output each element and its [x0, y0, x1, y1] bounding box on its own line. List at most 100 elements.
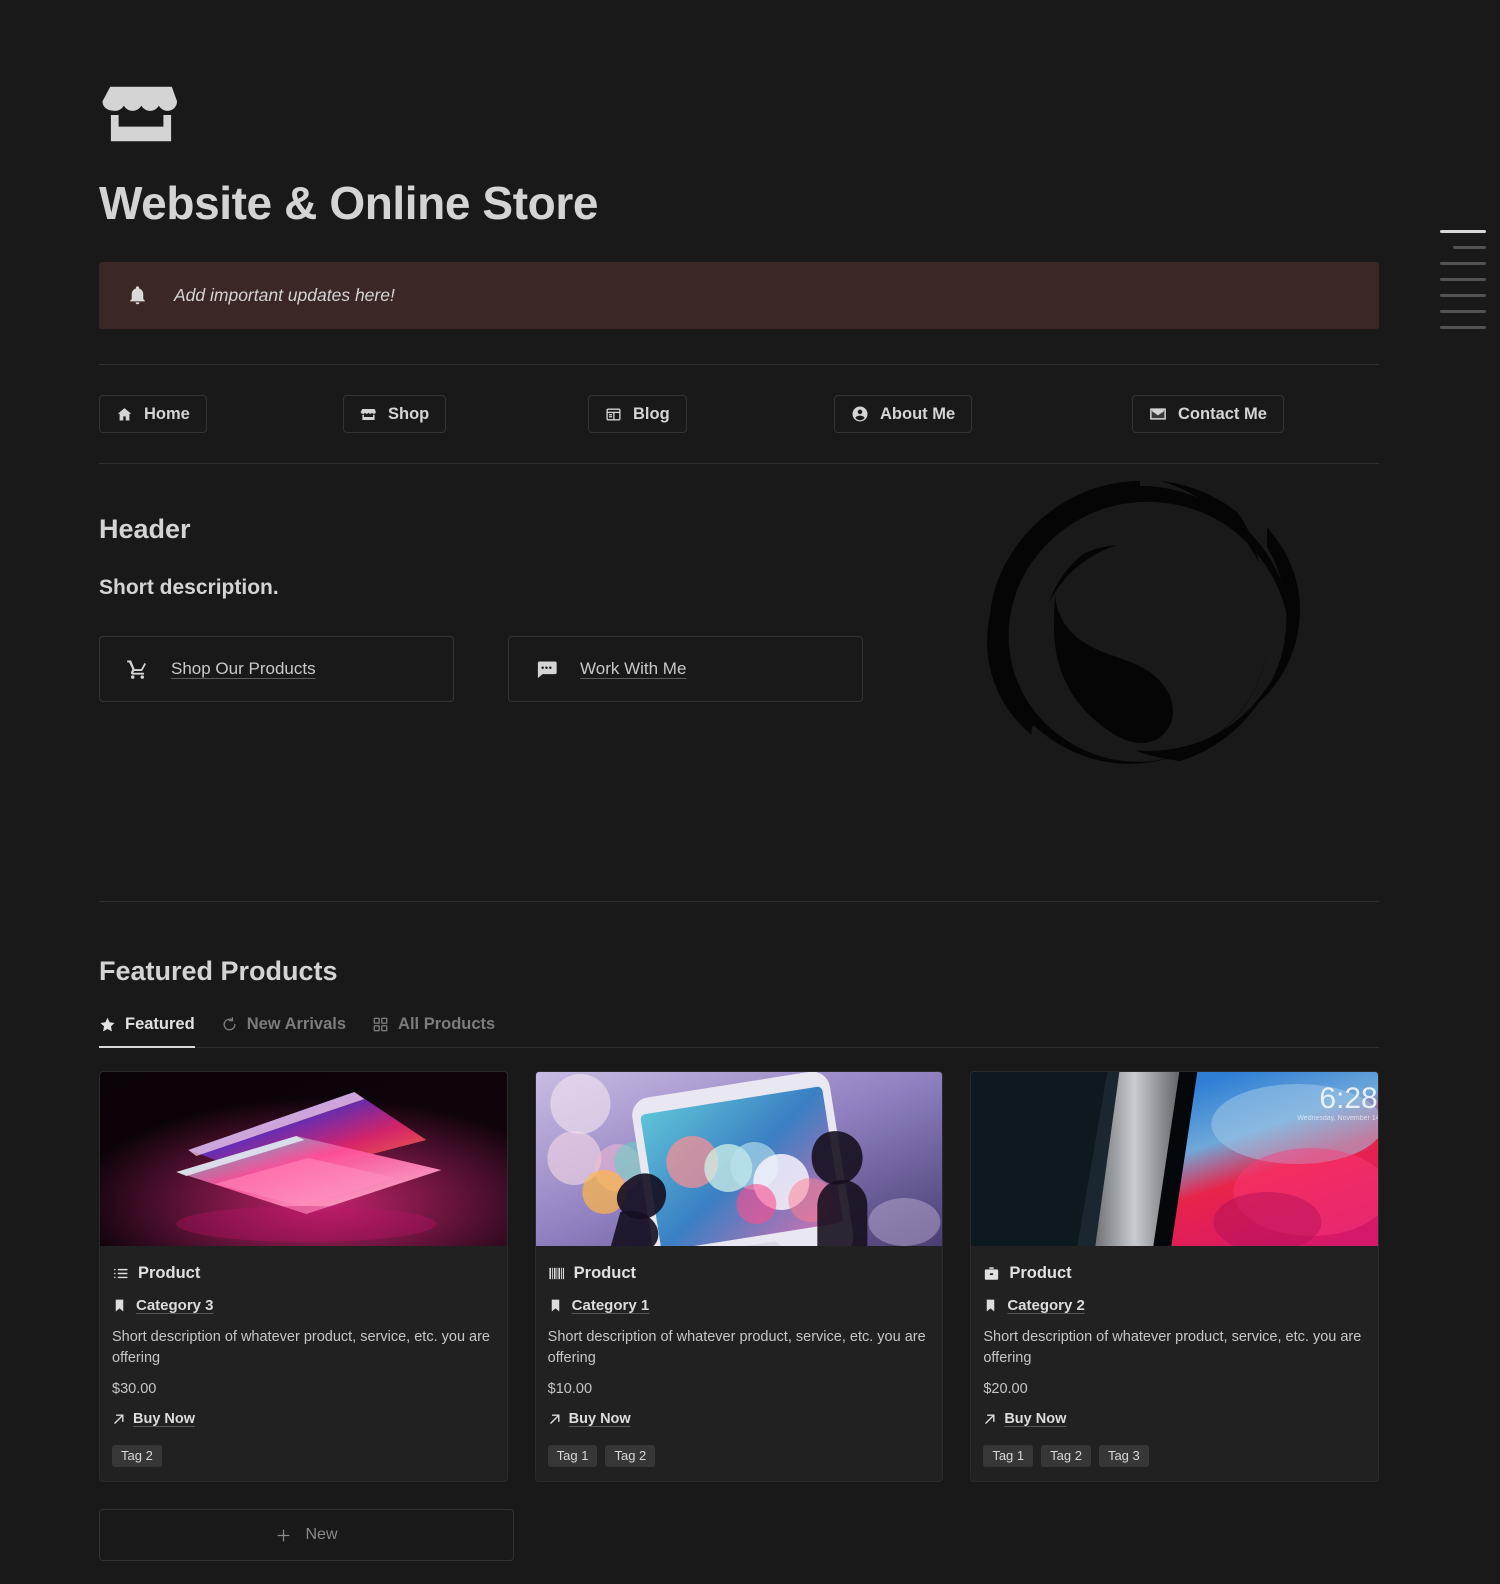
- product-price: $20.00: [983, 1380, 1028, 1397]
- nav-item-blog[interactable]: Blog: [588, 395, 687, 433]
- shopping-cart-icon: [126, 658, 149, 681]
- tab-all-products[interactable]: All Products: [372, 1015, 495, 1048]
- product-category-row[interactable]: Category 1: [548, 1297, 931, 1314]
- buy-now-link[interactable]: Buy Now: [112, 1411, 195, 1427]
- site-logo: [99, 0, 1379, 176]
- storefront-icon: [360, 406, 377, 423]
- account-circle-icon: [851, 405, 869, 423]
- product-name: Product: [138, 1264, 201, 1282]
- announcement-banner: Add important updates here!: [99, 262, 1379, 329]
- product-price: $30.00: [112, 1380, 157, 1397]
- storefront-icon: [99, 72, 183, 156]
- new-product-button[interactable]: New: [99, 1509, 514, 1562]
- product-image-laptop: [100, 1072, 507, 1246]
- arrow-up-right-icon: [112, 1412, 126, 1426]
- nav-item-home[interactable]: Home: [99, 395, 207, 433]
- nav-item-contact-me[interactable]: Contact Me: [1132, 395, 1284, 433]
- toc-bar[interactable]: [1440, 230, 1486, 233]
- barcode-icon: [548, 1265, 565, 1282]
- product-category-row[interactable]: Category 2: [983, 1297, 1366, 1314]
- product-tag[interactable]: Tag 1: [983, 1444, 1034, 1468]
- product-card[interactable]: Product Category 3 Short description of …: [99, 1071, 508, 1483]
- product-card[interactable]: 6:28 Wednesday, November 14 Product Cate…: [970, 1071, 1379, 1483]
- product-card[interactable]: Product Category 1 Short description of …: [534, 1071, 944, 1483]
- product-tag[interactable]: Tag 2: [605, 1444, 656, 1468]
- product-category-row[interactable]: Category 3: [112, 1297, 495, 1314]
- nav-item-label: About Me: [880, 404, 956, 423]
- nav-item-label: Home: [144, 404, 190, 423]
- bookmark-icon: [983, 1298, 998, 1313]
- hero-enso-circle-image: [975, 469, 1305, 779]
- product-tabs: Featured New Arrivals All Products: [99, 1015, 1379, 1048]
- cta-shop-our-products[interactable]: Shop Our Products: [99, 636, 454, 702]
- bookmark-icon: [548, 1298, 563, 1313]
- cta-work-with-me[interactable]: Work With Me: [508, 636, 863, 702]
- toc-bar[interactable]: [1440, 326, 1486, 329]
- toc-bar[interactable]: [1440, 310, 1486, 313]
- product-tag-row: Tag 1 Tag 2 Tag 3: [983, 1444, 1366, 1468]
- product-card-grid: Product Category 3 Short description of …: [99, 1071, 1379, 1483]
- product-image-phone-bokeh: [535, 1072, 943, 1246]
- star-icon: [99, 1016, 116, 1033]
- plus-icon: [275, 1527, 292, 1544]
- product-tag[interactable]: Tag 1: [547, 1444, 598, 1468]
- product-description: Short description of whatever product, s…: [547, 1329, 926, 1367]
- list-icon: [112, 1265, 129, 1282]
- arrow-up-right-icon: [983, 1412, 997, 1426]
- product-tag[interactable]: Tag 2: [1041, 1444, 1091, 1468]
- nav-item-shop[interactable]: Shop: [343, 395, 447, 433]
- page-root: Website & Online Store Add important upd…: [0, 0, 1500, 1584]
- product-card-body: Product Category 2 Short description of …: [971, 1246, 1378, 1481]
- toc-bar[interactable]: [1440, 294, 1486, 297]
- featured-title: Featured Products: [99, 956, 338, 986]
- product-name-row: Product: [112, 1264, 495, 1283]
- bookmark-icon: [112, 1298, 127, 1313]
- product-tag[interactable]: Tag 3: [1098, 1444, 1149, 1468]
- buy-now-label: Buy Now: [133, 1410, 196, 1427]
- toc-bar[interactable]: [1453, 246, 1486, 249]
- tab-label: Featured: [125, 1015, 195, 1033]
- svg-text:6:28: 6:28: [1320, 1082, 1378, 1115]
- toc-bar[interactable]: [1440, 262, 1486, 265]
- mail-icon: [1149, 405, 1167, 423]
- chat-bubble-icon: [535, 658, 558, 681]
- product-category: Category 1: [571, 1297, 650, 1314]
- tab-featured[interactable]: Featured: [99, 1015, 195, 1048]
- table-of-contents-minimap[interactable]: [1440, 230, 1486, 329]
- home-icon: [116, 406, 133, 423]
- buy-now-label: Buy Now: [568, 1410, 631, 1427]
- nav-item-about-me[interactable]: About Me: [834, 395, 973, 433]
- page-title: Website & Online Store: [99, 177, 598, 229]
- product-card-body: Product Category 3 Short description of …: [100, 1246, 507, 1481]
- nav-item-label: Shop: [388, 404, 430, 423]
- product-tag[interactable]: Tag 2: [112, 1444, 162, 1468]
- toc-bar[interactable]: [1440, 278, 1486, 281]
- product-description: Short description of whatever product, s…: [112, 1329, 490, 1367]
- nav-item-label: Blog: [633, 404, 670, 423]
- product-name: Product: [573, 1264, 636, 1282]
- product-description: Short description of whatever product, s…: [983, 1329, 1362, 1367]
- new-product-label: New: [305, 1526, 338, 1544]
- tab-new-arrivals[interactable]: New Arrivals: [221, 1015, 346, 1048]
- main-nav: Home Shop Blog About Me Contact Me: [99, 365, 1379, 463]
- featured-products-section: Featured Products Featured New Arrivals …: [99, 902, 1379, 1584]
- product-name: Product: [1009, 1264, 1072, 1282]
- product-tag-row: Tag 2: [112, 1444, 495, 1468]
- product-category: Category 3: [136, 1297, 214, 1314]
- briefcase-icon: [983, 1265, 1000, 1282]
- announcement-text: Add important updates here!: [174, 285, 395, 305]
- tab-label: New Arrivals: [246, 1015, 347, 1033]
- product-name-row: Product: [548, 1264, 931, 1283]
- buy-now-link[interactable]: Buy Now: [548, 1411, 631, 1427]
- hero-section: Header Short description. Shop Our Produ…: [99, 464, 1379, 901]
- product-tag-row: Tag 1 Tag 2: [547, 1444, 931, 1468]
- buy-now-link[interactable]: Buy Now: [983, 1411, 1066, 1427]
- bell-icon: [127, 285, 148, 306]
- refresh-icon: [221, 1016, 238, 1033]
- arrow-up-right-icon: [548, 1412, 562, 1426]
- tab-label: All Products: [398, 1015, 496, 1033]
- product-image-tablet-lockscreen: 6:28 Wednesday, November 14: [971, 1072, 1378, 1246]
- grid-icon: [372, 1016, 389, 1033]
- product-card-body: Product Category 1 Short description of …: [536, 1246, 943, 1481]
- product-price: $10.00: [547, 1380, 593, 1397]
